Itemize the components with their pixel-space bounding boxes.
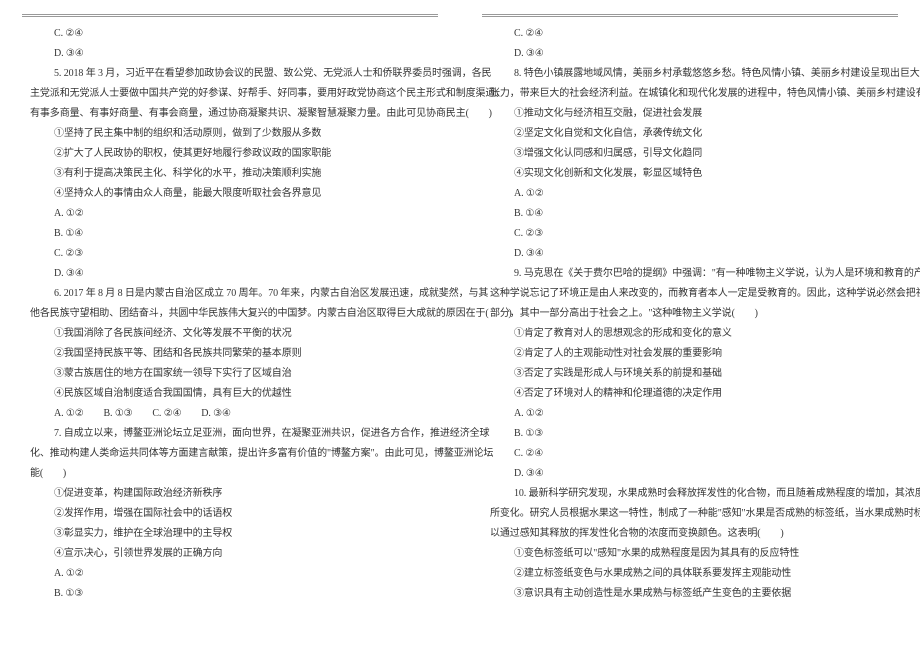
q7-option-a: A. ①②: [30, 564, 430, 584]
right-column: C. ②④ D. ③④ 8. 特色小镇展露地域风情，美丽乡村承载悠悠乡愁。特色风…: [460, 0, 920, 651]
q10-text-1: 10. 最新科学研究发现，水果成熟时会释放挥发性的化合物，而且随着成熟程度的增加…: [490, 484, 890, 504]
q7-text-2: 化、推动构建人类命运共同体等方面建言献策，提出许多富有价值的"博鳌方案"。由此可…: [30, 444, 430, 464]
q8-option-b: B. ①④: [490, 204, 890, 224]
q8-option-c: C. ②③: [490, 224, 890, 244]
q7-opt-3: ③彰显实力，维护在全球治理中的主导权: [30, 524, 430, 544]
q7-text-3: 能( ): [30, 464, 430, 484]
q5-opt-1: ①坚持了民主集中制的组织和活动原则，做到了少数服从多数: [30, 124, 430, 144]
q7-opt-1: ①促进变革，构建国际政治经济新秩序: [30, 484, 430, 504]
q9-opt-2: ②肯定了人的主观能动性对社会发展的重要影响: [490, 344, 890, 364]
q5-text-1: 5. 2018 年 3 月，习近平在看望参加政协会议的民盟、致公党、无党派人士和…: [30, 64, 430, 84]
q6-opt-4: ④民族区域自治制度适合我国国情，具有巨大的优越性: [30, 384, 430, 404]
q8-opt-1: ①推动文化与经济相互交融，促进社会发展: [490, 104, 890, 124]
q9-opt-1: ①肯定了教育对人的思想观念的形成和变化的意义: [490, 324, 890, 344]
q4-option-c: C. ②④: [30, 24, 430, 44]
q8-opt-4: ④实现文化创新和文化发展，彰显区域特色: [490, 164, 890, 184]
q6-text-2: 他各民族守望相助、团结奋斗，共圆中华民族伟大复兴的中国梦。内蒙古自治区取得巨大成…: [30, 304, 430, 324]
q7-option-b: B. ①③: [30, 584, 430, 604]
q5-option-a: A. ①②: [30, 204, 430, 224]
q9-option-d: D. ③④: [490, 464, 890, 484]
q8-opt-2: ②坚定文化自觉和文化自信，承袭传统文化: [490, 124, 890, 144]
q6-opt-3: ③蒙古族居住的地方在国家统一领导下实行了区域自治: [30, 364, 430, 384]
q6-opt-1: ①我国消除了各民族间经济、文化等发展不平衡的状况: [30, 324, 430, 344]
q4-option-d: D. ③④: [30, 44, 430, 64]
q5-opt-3: ③有利于提高决策民主化、科学化的水平，推动决策顺利实施: [30, 164, 430, 184]
q9-option-a: A. ①②: [490, 404, 890, 424]
q7-opt-2: ②发挥作用，增强在国际社会中的话语权: [30, 504, 430, 524]
q10-text-2: 所变化。研究人员根据水果这一特性，制成了一种能"感知"水果是否成熟的标签纸，当水…: [490, 504, 890, 524]
q7-opt-4: ④宣示决心，引领世界发展的正确方向: [30, 544, 430, 564]
q9-text-2: 这种学说忘记了环境正是由人来改变的，而教育者本人一定是受教育的。因此，这种学说必…: [490, 284, 890, 304]
q5-opt-4: ④坚持众人的事情由众人商量，能最大限度听取社会各界意见: [30, 184, 430, 204]
q9-option-b: B. ①③: [490, 424, 890, 444]
q10-opt-3: ③意识具有主动创造性是水果成熟与标签纸产生变色的主要依据: [490, 584, 890, 604]
q9-opt-4: ④否定了环境对人的精神和伦理道德的决定作用: [490, 384, 890, 404]
q9-text-3: 部分，其中一部分高出于社会之上。"这种唯物主义学说( ): [490, 304, 890, 324]
q6-opt-2: ②我国坚持民族平等、团结和各民族共同繁荣的基本原则: [30, 344, 430, 364]
left-column: C. ②④ D. ③④ 5. 2018 年 3 月，习近平在看望参加政协会议的民…: [0, 0, 460, 651]
q6-text-1: 6. 2017 年 8 月 8 日是内蒙古自治区成立 70 周年。70 年来，内…: [30, 284, 430, 304]
q7-option-d: D. ③④: [490, 44, 890, 64]
q8-text-2: 张力，带来巨大的社会经济利益。在城镇化和现代化发展的进程中，特色风情小镇、美丽乡…: [490, 84, 890, 104]
q8-opt-3: ③增强文化认同感和归属感，引导文化趋同: [490, 144, 890, 164]
q8-option-d: D. ③④: [490, 244, 890, 264]
q5-option-d: D. ③④: [30, 264, 430, 284]
q10-opt-1: ①变色标签纸可以"感知"水果的成熟程度是因为其具有的反应特性: [490, 544, 890, 564]
q9-opt-3: ③否定了实践是形成人与环境关系的前提和基础: [490, 364, 890, 384]
q5-opt-2: ②扩大了人民政协的职权，使其更好地履行参政议政的国家职能: [30, 144, 430, 164]
q5-text-3: 有事多商量、有事好商量、有事会商量，通过协商凝聚共识、凝聚智慧凝聚力量。由此可见…: [30, 104, 430, 124]
q7-option-c: C. ②④: [490, 24, 890, 44]
q9-option-c: C. ②④: [490, 444, 890, 464]
q6-options: A. ①② B. ①③ C. ②④ D. ③④: [30, 404, 430, 424]
q5-text-2: 主党派和无党派人士要做中国共产党的好参谋、好帮手、好同事，要用好政党协商这个民主…: [30, 84, 430, 104]
q9-text-1: 9. 马克思在《关于费尔巴哈的提纲》中强调："有一种唯物主义学说，认为人是环境和…: [490, 264, 890, 284]
q8-option-a: A. ①②: [490, 184, 890, 204]
q5-option-b: B. ①④: [30, 224, 430, 244]
q10-opt-2: ②建立标签纸变色与水果成熟之间的具体联系要发挥主观能动性: [490, 564, 890, 584]
q5-option-c: C. ②③: [30, 244, 430, 264]
q7-text-1: 7. 自成立以来，博鳌亚洲论坛立足亚洲，面向世界，在凝聚亚洲共识，促进各方合作，…: [30, 424, 430, 444]
q10-text-3: 以通过感知其释放的挥发性化合物的浓度而变换颜色。这表明( ): [490, 524, 890, 544]
q8-text-1: 8. 特色小镇展露地域风情，美丽乡村承载悠悠乡愁。特色风情小镇、美丽乡村建设呈现…: [490, 64, 890, 84]
